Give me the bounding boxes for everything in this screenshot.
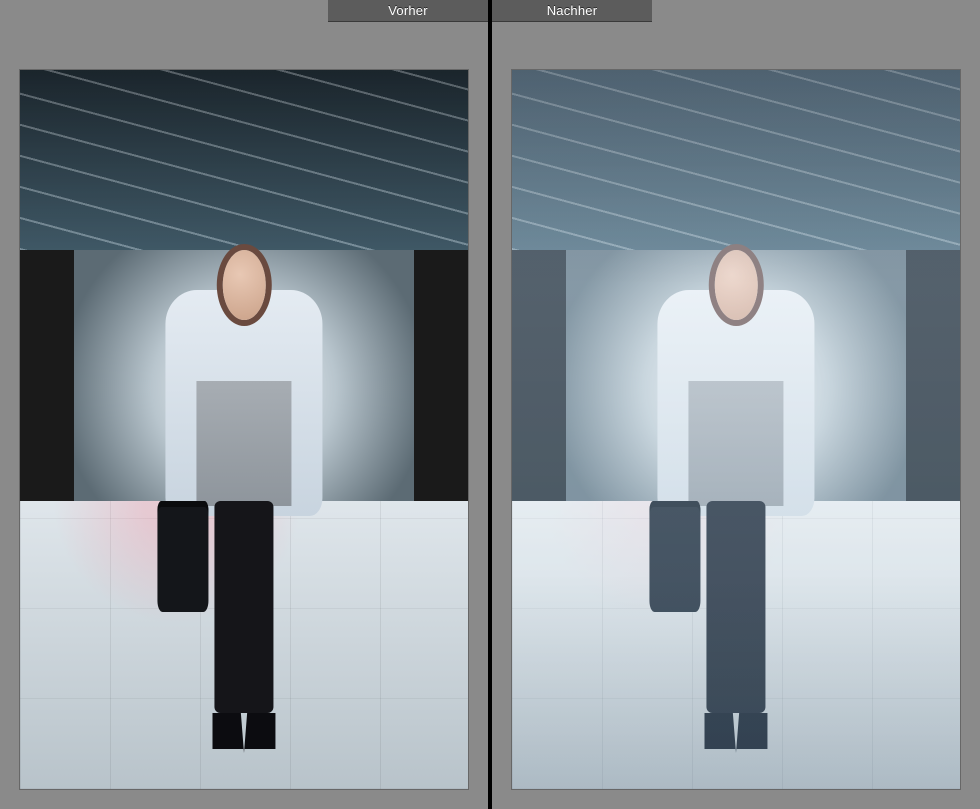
after-photo[interactable]	[512, 70, 960, 789]
before-photo-slot	[20, 70, 468, 789]
after-tab-row: Nachher	[492, 0, 980, 22]
before-label-tab[interactable]: Vorher	[328, 0, 488, 22]
subject-legs	[214, 501, 273, 712]
subject-bag	[157, 501, 208, 612]
contrast-overlay	[512, 70, 960, 789]
before-pane[interactable]: Vorher	[0, 0, 488, 809]
subject-heels	[212, 713, 275, 753]
subject-sweater	[197, 381, 292, 507]
after-photo-slot	[512, 70, 960, 789]
before-tab-row: Vorher	[0, 0, 488, 22]
after-pane[interactable]: Nachher	[492, 0, 980, 809]
before-photo[interactable]	[20, 70, 468, 789]
after-label-tab[interactable]: Nachher	[492, 0, 652, 22]
scene-subject	[145, 250, 342, 753]
before-after-compare: Vorher Nachher	[0, 0, 980, 809]
scene-ceiling	[20, 70, 468, 250]
